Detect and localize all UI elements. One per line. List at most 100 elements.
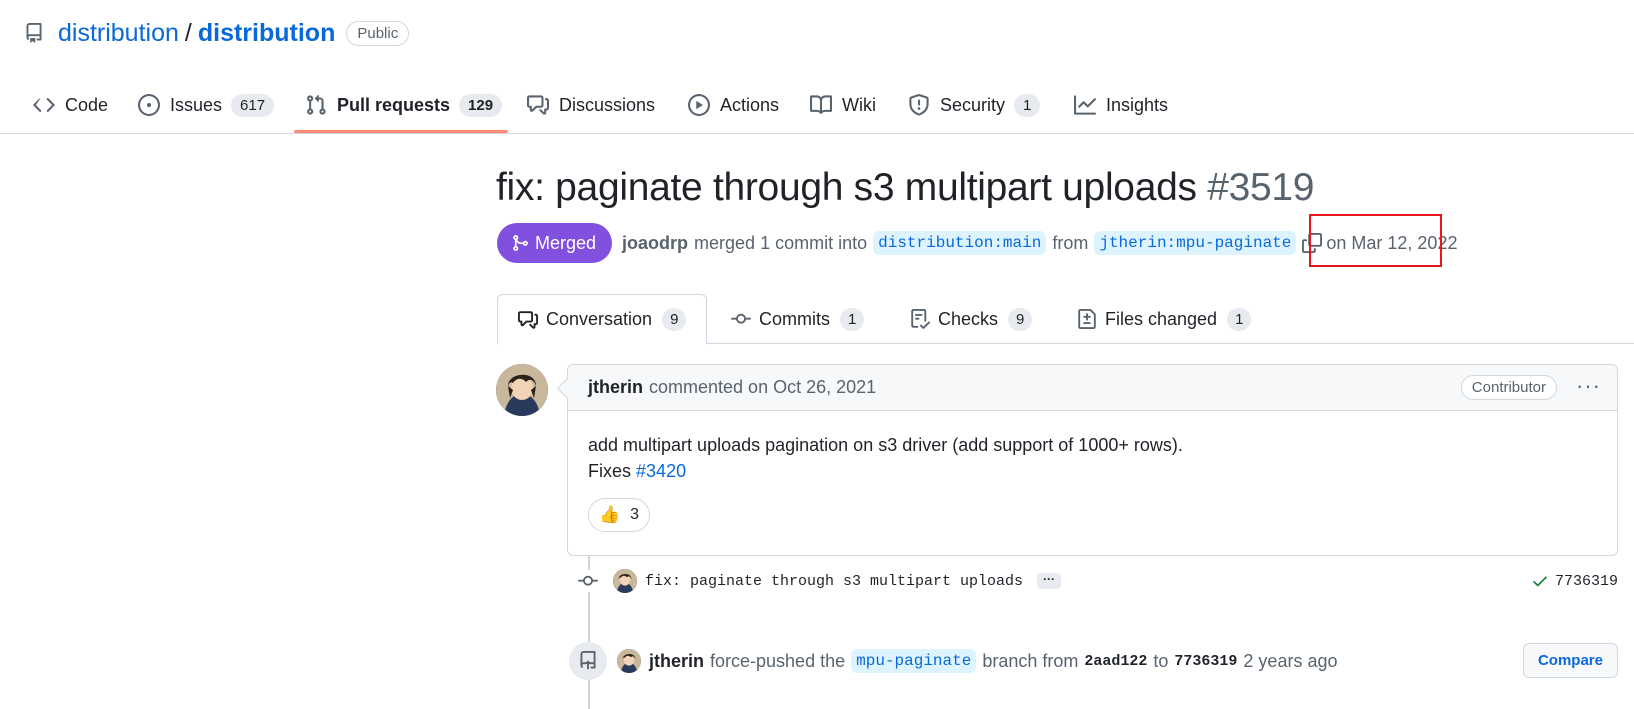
check-icon: [1533, 576, 1547, 587]
nav-code-label: Code: [65, 94, 109, 115]
push-to-sha[interactable]: 7736319: [1174, 653, 1237, 670]
pr-tabs: Conversation 9 Commits 1 Checks 9 Files …: [497, 294, 1634, 345]
tab-conversation-count: 9: [662, 308, 687, 331]
repo-nav: Code Issues 617 Pull requests 129 Discus…: [0, 82, 1634, 134]
nav-pull-requests-count: 129: [459, 93, 503, 117]
nav-security-count: 1: [1014, 93, 1041, 117]
merged-status-badge: Merged: [497, 223, 613, 263]
repo-icon: [26, 23, 42, 43]
contributor-badge: Contributor: [1460, 375, 1557, 400]
issue-link[interactable]: #3420: [636, 461, 686, 481]
visibility-badge: Public: [346, 20, 410, 46]
nav-discussions[interactable]: Discussions: [527, 88, 655, 122]
nav-wiki-label: Wiki: [842, 94, 876, 115]
nav-security-label: Security: [940, 94, 1006, 115]
comment-text: add multipart uploads pagination on s3 d…: [588, 435, 1183, 455]
tab-files-changed-count: 1: [1227, 307, 1252, 331]
base-branch[interactable]: distribution:main: [873, 231, 1047, 255]
pr-title-text: fix: paginate through s3 multipart uploa…: [496, 166, 1197, 209]
commit-status: 7736319: [1531, 572, 1618, 590]
push-author-avatar[interactable]: [617, 649, 641, 673]
commit-message-link[interactable]: fix: paginate through s3 multipart uploa…: [645, 573, 1023, 590]
nav-pull-requests-label: Pull requests: [337, 94, 451, 115]
push-from-sha[interactable]: 2aad122: [1084, 653, 1147, 670]
push-text: force-pushed the: [710, 650, 846, 671]
nav-pull-requests[interactable]: Pull requests 129: [305, 88, 503, 122]
from-text: from: [1052, 232, 1089, 253]
tab-commits[interactable]: Commits 1: [731, 294, 865, 344]
nav-insights-label: Insights: [1106, 94, 1169, 115]
commit-icon: [731, 313, 751, 324]
tab-commits-count: 1: [840, 307, 865, 331]
tab-conversation-label: Conversation: [546, 309, 653, 329]
nav-security[interactable]: Security 1: [908, 88, 1041, 122]
nav-code[interactable]: Code: [33, 88, 108, 122]
commit-icon: [577, 570, 599, 592]
repo-name-link[interactable]: distribution: [198, 19, 335, 48]
tab-checks-count: 9: [1008, 307, 1033, 331]
merged-status-label: Merged: [535, 232, 597, 253]
comment-box: jtherin commented on Oct 26, 2021 Contri…: [567, 364, 1618, 556]
comment-author-link[interactable]: jtherin: [588, 377, 643, 398]
nav-wiki[interactable]: Wiki: [810, 88, 876, 122]
comment-fixes-line: Fixes #3420: [588, 458, 1597, 484]
push-author-link[interactable]: jtherin: [649, 651, 704, 672]
repo-separator: /: [184, 18, 192, 47]
file-diff-icon: [1078, 309, 1096, 329]
tab-checks-label: Checks: [938, 308, 999, 329]
thumbs-up-reaction[interactable]: 👍 3: [588, 498, 651, 532]
push-time[interactable]: 2 years ago: [1243, 651, 1337, 672]
repo-owner-link[interactable]: distribution: [58, 19, 179, 48]
merge-icon: [513, 235, 528, 251]
reaction-count: 3: [630, 506, 640, 523]
pr-number: #3519: [1207, 166, 1315, 209]
comment-discussion-icon: [518, 310, 538, 329]
nav-issues-count: 617: [231, 93, 275, 117]
compare-button[interactable]: Compare: [1522, 643, 1618, 678]
shield-icon: [909, 94, 929, 116]
issue-icon: [138, 94, 160, 116]
tab-conversation[interactable]: Conversation 9: [497, 294, 708, 345]
commit-expand-button[interactable]: ···: [1037, 573, 1062, 589]
timeline-commit: fix: paginate through s3 multipart uploa…: [577, 566, 1618, 596]
nav-actions-label: Actions: [720, 94, 780, 115]
push-branch[interactable]: mpu-paginate: [851, 649, 977, 673]
nav-discussions-label: Discussions: [559, 94, 656, 115]
push-to-text: to: [1153, 650, 1169, 671]
checklist-icon: [911, 309, 930, 329]
fixes-label: Fixes: [588, 461, 632, 481]
nav-issues[interactable]: Issues 617: [138, 88, 275, 122]
merge-text: merged 1 commit into: [694, 232, 868, 253]
active-tab-underline: [294, 130, 508, 133]
discussions-icon: [527, 95, 549, 115]
nav-insights[interactable]: Insights: [1074, 88, 1168, 122]
highlight-annotation: [1309, 214, 1442, 267]
timeline-force-push: jtherin force-pushed the mpu-paginate br…: [569, 642, 1618, 680]
merger-link[interactable]: joaodrp: [622, 233, 688, 254]
pull-request-icon: [307, 94, 326, 115]
head-branch[interactable]: jtherin:mpu-paginate: [1094, 231, 1297, 255]
tab-files-changed-label: Files changed: [1105, 308, 1218, 329]
commit-sha-link[interactable]: 7736319: [1555, 573, 1618, 590]
avatar[interactable]: [496, 364, 548, 416]
nav-actions[interactable]: Actions: [688, 88, 779, 122]
nav-issues-label: Issues: [170, 94, 223, 115]
page-title: fix: paginate through s3 multipart uploa…: [496, 166, 1314, 210]
push-branch-text: branch from: [982, 650, 1079, 671]
tab-checks[interactable]: Checks 9: [910, 294, 1033, 344]
force-push-icon: [569, 642, 607, 680]
tab-commits-label: Commits: [759, 308, 830, 329]
tab-files-changed[interactable]: Files changed 1: [1077, 294, 1252, 344]
graph-icon: [1074, 95, 1096, 115]
comment-timestamp[interactable]: commented on Oct 26, 2021: [649, 377, 876, 398]
comment-options-icon[interactable]: ···: [1576, 373, 1601, 399]
code-icon: [33, 98, 55, 112]
comment-header: jtherin commented on Oct 26, 2021 Contri…: [568, 365, 1617, 411]
play-icon: [688, 94, 710, 116]
commit-author-avatar[interactable]: [613, 569, 637, 593]
comment-body: add multipart uploads pagination on s3 d…: [568, 411, 1617, 532]
repo-header: distribution / distribution Public: [24, 16, 410, 50]
thumbs-up-icon: 👍: [599, 505, 621, 524]
book-icon: [810, 95, 832, 114]
avatar-image: [496, 364, 548, 416]
